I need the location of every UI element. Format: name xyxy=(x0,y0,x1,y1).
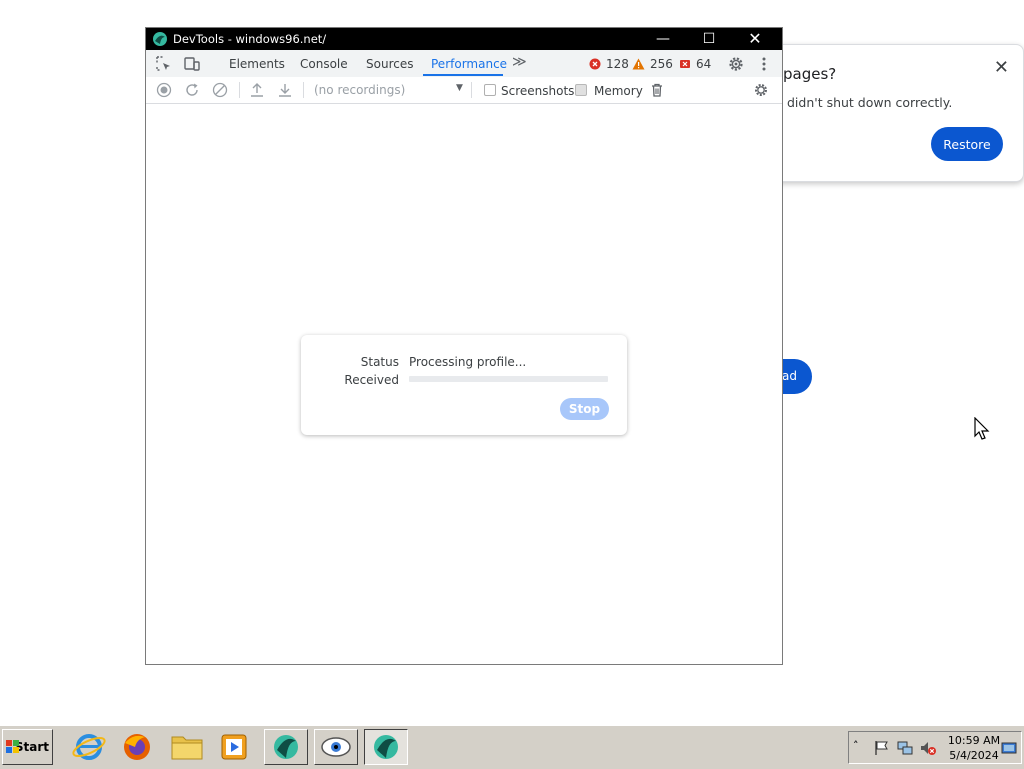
status-value: Processing profile... xyxy=(409,355,527,369)
record-icon[interactable] xyxy=(156,82,172,98)
taskbar-app-viewer[interactable] xyxy=(314,729,358,765)
issue-count: 64 xyxy=(696,57,712,71)
toolbar-divider xyxy=(303,82,304,98)
error-counter[interactable]: 128 xyxy=(589,57,629,71)
maximize-icon[interactable]: ☐ xyxy=(686,28,732,50)
more-options-icon[interactable] xyxy=(755,55,773,73)
devtools-tabbar: Elements Console Sources Performance ≫ 1… xyxy=(146,50,782,78)
windows-logo-icon xyxy=(6,740,19,753)
app-logo-icon xyxy=(153,32,167,46)
taskbar: Start ˄ 10:59 AM 5/4/2024 xyxy=(0,725,1024,769)
settings-gear-icon[interactable] xyxy=(727,55,745,73)
memory-label: Memory xyxy=(594,84,643,98)
taskbar-app-devtools[interactable] xyxy=(364,729,408,765)
reload-record-icon[interactable] xyxy=(184,82,200,98)
network-icon[interactable] xyxy=(896,739,914,757)
error-count: 128 xyxy=(606,57,629,71)
performance-toolbar: (no recordings) ▼ Screenshots Memory xyxy=(146,77,782,104)
minimize-icon[interactable]: — xyxy=(640,28,686,50)
received-progress-bar xyxy=(409,376,608,382)
start-button[interactable]: Start xyxy=(2,729,53,765)
warning-count: 256 xyxy=(650,57,673,71)
clear-icon[interactable] xyxy=(212,82,228,98)
restore-title: pages? xyxy=(783,65,837,83)
inspect-element-icon[interactable] xyxy=(155,55,173,73)
tab-sources[interactable]: Sources xyxy=(366,57,413,71)
restore-button[interactable]: Restore xyxy=(931,127,1003,161)
received-label: Received xyxy=(344,373,399,387)
tab-console[interactable]: Console xyxy=(300,57,348,71)
trash-icon[interactable] xyxy=(649,82,665,98)
chevron-down-icon[interactable]: ▼ xyxy=(456,83,463,93)
mouse-cursor-icon xyxy=(974,417,990,440)
devtools-window: DevTools - windows96.net/ — ☐ ✕ Elements… xyxy=(145,27,783,665)
more-tabs-icon[interactable]: ≫ xyxy=(512,54,527,70)
firefox-icon[interactable] xyxy=(115,729,159,765)
device-toolbar-icon[interactable] xyxy=(183,55,201,73)
show-hidden-icons-icon[interactable]: ˄ xyxy=(853,739,871,757)
toolbar-divider xyxy=(239,82,240,98)
warning-icon xyxy=(632,58,645,70)
download-profile-icon[interactable] xyxy=(277,82,293,98)
restore-pages-bubble: pages? didn't shut down correctly. ✕ Res… xyxy=(760,44,1024,182)
capture-settings-icon[interactable] xyxy=(753,82,769,98)
clock-date[interactable]: 5/4/2024 xyxy=(947,749,1001,762)
devtools-titlebar[interactable]: DevTools - windows96.net/ — ☐ ✕ xyxy=(146,28,782,50)
file-explorer-icon[interactable] xyxy=(165,729,209,765)
close-icon[interactable]: ✕ xyxy=(994,59,1009,77)
restore-message: didn't shut down correctly. xyxy=(787,95,953,110)
memory-checkbox[interactable] xyxy=(575,84,587,96)
upload-profile-icon[interactable] xyxy=(249,82,265,98)
tab-elements[interactable]: Elements xyxy=(229,57,285,71)
tab-performance[interactable]: Performance xyxy=(431,57,507,71)
show-desktop-icon[interactable] xyxy=(1001,739,1017,757)
screenshots-label: Screenshots xyxy=(501,84,575,98)
issues-counter[interactable]: 64 xyxy=(679,57,711,71)
status-label: Status xyxy=(360,355,399,369)
close-window-icon[interactable]: ✕ xyxy=(732,28,778,50)
warning-counter[interactable]: 256 xyxy=(632,57,673,71)
media-player-icon[interactable] xyxy=(213,729,257,765)
toolbar-divider xyxy=(471,82,472,98)
taskbar-app-browser-1[interactable] xyxy=(264,729,308,765)
system-tray: ˄ 10:59 AM 5/4/2024 xyxy=(848,731,1022,764)
window-title: DevTools - windows96.net/ xyxy=(173,32,327,46)
clock-time[interactable]: 10:59 AM xyxy=(947,734,1001,747)
action-center-flag-icon[interactable] xyxy=(873,739,891,757)
active-tab-indicator xyxy=(423,74,503,76)
screenshots-checkbox[interactable] xyxy=(484,84,496,96)
recordings-select[interactable]: (no recordings) xyxy=(314,83,405,97)
volume-muted-icon[interactable] xyxy=(919,739,937,757)
stop-button[interactable]: Stop xyxy=(560,398,609,420)
internet-explorer-icon[interactable] xyxy=(67,729,111,765)
error-icon xyxy=(589,58,601,70)
processing-status-dialog: Status Processing profile... Received St… xyxy=(301,335,627,435)
issue-icon xyxy=(680,60,690,68)
